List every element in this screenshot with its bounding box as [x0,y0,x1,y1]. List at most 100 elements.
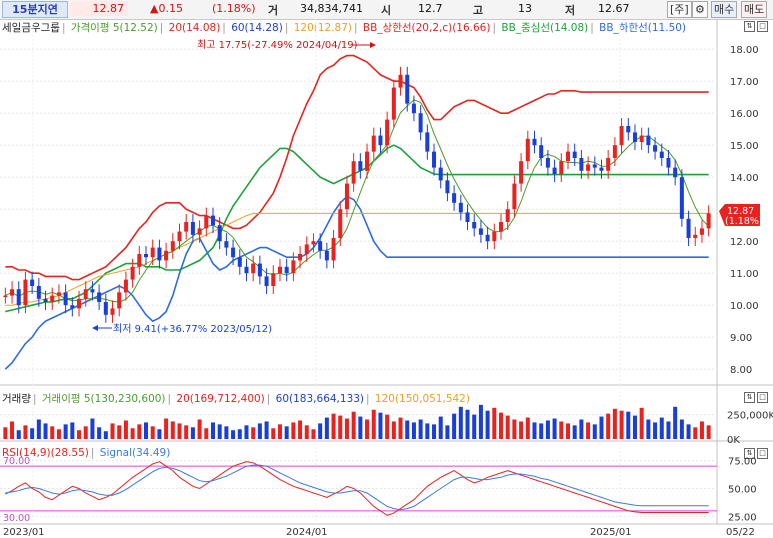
volume-bar [204,428,209,439]
volume-bar [16,430,21,439]
candle-body [539,145,544,158]
candle-body [485,234,490,242]
candle-body [519,161,524,184]
candle-body [465,212,470,222]
rsi-level-label: 30.00 [3,513,30,524]
volume-bar [197,419,202,439]
volume-bar [659,417,664,439]
candle-body [56,292,61,296]
volume-bar [177,423,182,439]
candle-body [284,266,289,274]
volume-bar [612,408,617,439]
volume-bar [565,423,570,439]
candle-body [646,135,651,146]
volume-bar [693,427,698,439]
candle-body [405,74,410,104]
volume-bar [478,404,483,439]
candle-body [619,126,624,146]
volume-bar [559,421,564,439]
volume-bar [217,424,222,439]
volume-bar [572,425,577,439]
candle-body [499,222,504,232]
volume-bar [103,431,108,439]
volume-bar [83,426,88,439]
candle-body [365,151,370,171]
candle-body [70,305,75,309]
candle-body [411,103,416,114]
candle-body [706,213,711,229]
volume-bar [673,406,678,439]
volume-bar [492,407,497,439]
volume-bar [666,421,671,439]
volume-bar [599,416,604,439]
volume-bar [653,422,658,439]
price-tick-label: 18.00 [730,45,759,56]
price-tick-label: 10.00 [730,301,759,312]
candle-body [445,180,450,194]
candle-body [344,183,349,210]
volume-bar [398,417,403,439]
candle-body [30,279,35,286]
volume-bar [3,427,8,439]
candle-body [673,167,678,178]
volume-bar [157,429,162,439]
volume-bar [90,418,95,439]
candle-body [592,164,597,168]
candle-body [371,135,376,152]
rsi-series-line [5,464,709,511]
volume-bar [117,425,122,439]
volume-bar [137,424,142,439]
low-arrow-icon [92,325,98,331]
stock-chart[interactable]: 18.0017.0016.0015.0014.0013.0012.0011.00… [0,0,773,538]
candle-body [150,247,155,258]
x-axis-label: 05/22 [726,527,755,538]
candle-body [579,158,584,171]
volume-bar [679,419,684,439]
candle-body [338,209,343,238]
rsi-tick-label: 75.00 [728,457,757,468]
candle-body [659,151,664,158]
volume-bar [251,427,256,439]
rsi-tick-label: 50.00 [728,485,757,496]
volume-bar [190,427,195,439]
candle-body [458,202,463,213]
price-tick-label: 15.00 [730,141,759,152]
volume-bar [257,423,262,439]
candle-body [391,87,396,120]
volume-bar [385,414,390,439]
volume-bar [485,410,490,439]
rsi-tick-label: 25.00 [728,512,757,523]
candle-body [699,228,704,235]
candle-body [217,225,222,242]
candle-body [231,247,236,258]
volume-bar [579,419,584,439]
volume-bar [525,417,530,439]
price-tick-label: 9.00 [730,333,752,344]
volume-bar [411,422,416,439]
volume-bar [150,426,155,439]
candle-body [291,260,296,274]
price-tick-label: 12.00 [730,237,759,248]
candle-body [164,250,169,261]
candle-body [77,298,82,309]
candle-body [237,257,242,267]
volume-bar [545,420,550,439]
price-tick-label: 16.00 [730,109,759,120]
volume-bar [619,410,624,439]
volume-bar [304,425,309,439]
candle-body [257,263,262,277]
low-annotation: 최저 9.41(+36.77% 2023/05/12) [113,323,272,335]
candle-body [277,266,282,274]
candle-body [43,298,48,302]
current-price-tag-rate: (1.18%) [725,216,763,227]
candle-body [452,193,457,203]
x-axis-label: 2024/01 [286,527,328,538]
volume-bar [632,415,637,439]
volume-bar [706,425,711,439]
volume-bar [271,428,276,439]
volume-bar [472,414,477,439]
candle-body [612,145,617,158]
volume-bar [405,420,410,439]
volume-bar [512,419,517,439]
volume-bar [298,420,303,439]
